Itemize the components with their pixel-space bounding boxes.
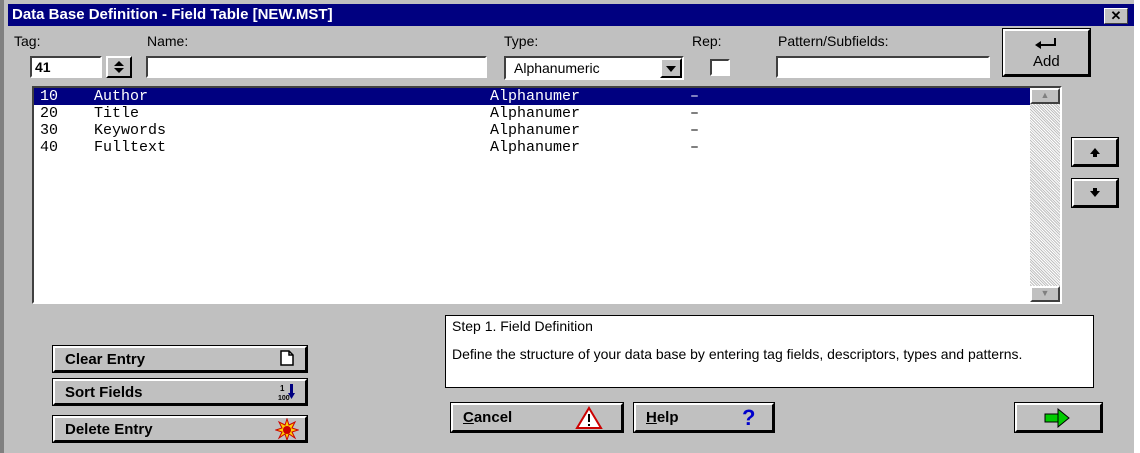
field-name: Title — [94, 105, 140, 122]
rep-checkbox[interactable] — [710, 59, 730, 76]
field-type: Alphanumer — [490, 122, 581, 139]
list-item[interactable]: 40 Fulltext Alphanumer – — [34, 139, 1030, 156]
step-description: Define the structure of your data base b… — [452, 346, 1023, 362]
cancel-label-rest: ancel — [473, 409, 513, 426]
field-tag: 40 — [40, 139, 59, 156]
add-button[interactable]: Add — [1002, 28, 1091, 77]
field-list[interactable]: 10 Author Alphanumer – 20 Title Alphanum… — [32, 86, 1062, 304]
next-button[interactable] — [1014, 402, 1103, 433]
svg-text:?: ? — [742, 405, 755, 429]
sort-fields-label: Sort Fields — [65, 384, 143, 401]
list-item[interactable]: 10 Author Alphanumer – — [34, 88, 1030, 105]
sort-fields-button[interactable]: Sort Fields 1 100 — [52, 378, 308, 406]
help-label: Help — [646, 409, 679, 426]
window-title: Data Base Definition - Field Table [NEW.… — [12, 6, 333, 23]
sort-icon: 1 100 — [278, 384, 295, 402]
type-select[interactable]: Alphanumeric — [504, 56, 684, 80]
field-rep: – — [690, 105, 700, 122]
clear-entry-label: Clear Entry — [65, 351, 146, 368]
step-info-panel: Step 1. Field Definition Define the stru… — [445, 315, 1094, 388]
move-up-button[interactable] — [1071, 137, 1119, 167]
pattern-field[interactable] — [776, 56, 990, 78]
chevron-down-icon — [666, 66, 676, 72]
enter-arrow-icon — [1035, 38, 1056, 49]
delete-entry-button[interactable]: Delete Entry — [52, 415, 308, 443]
tag-input[interactable]: 41 — [30, 56, 102, 78]
arrow-up-icon — [1090, 148, 1100, 157]
type-label: Type: — [504, 33, 539, 49]
step-heading: Step 1. Field Definition — [452, 318, 593, 334]
field-tag: 30 — [40, 122, 59, 139]
rep-label: Rep: — [692, 33, 722, 49]
field-rep: – — [690, 139, 700, 156]
name-label: Name: — [147, 33, 189, 49]
arrow-down-icon — [1090, 188, 1100, 197]
delete-entry-label: Delete Entry — [65, 421, 153, 438]
scroll-up-button[interactable]: ▲ — [1030, 88, 1060, 104]
tag-label: Tag: — [14, 33, 41, 49]
pattern-label: Pattern/Subfields: — [778, 33, 889, 49]
field-name: Keywords — [94, 122, 167, 139]
field-rep: – — [690, 88, 700, 105]
list-item[interactable]: 30 Keywords Alphanumer – — [34, 122, 1030, 139]
clear-entry-button[interactable]: Clear Entry — [52, 345, 308, 373]
type-dropdown-button[interactable] — [660, 58, 682, 78]
add-label: Add — [1033, 53, 1060, 70]
type-value: Alphanumeric — [514, 60, 600, 76]
svg-text:100: 100 — [278, 395, 290, 402]
title-bar: Data Base Definition - Field Table [NEW.… — [8, 4, 1134, 26]
field-tag: 20 — [40, 105, 59, 122]
field-name: Fulltext — [94, 139, 167, 156]
cancel-label: Cancel — [463, 409, 512, 426]
cancel-button[interactable]: Cancel — [450, 402, 624, 433]
warning-icon — [575, 406, 603, 429]
field-type: Alphanumer — [490, 105, 581, 122]
list-item[interactable]: 20 Title Alphanumer – — [34, 105, 1030, 122]
spin-updown-icon — [114, 61, 124, 73]
field-type: Alphanumer — [490, 139, 581, 156]
cancel-mnemonic: C — [463, 409, 474, 426]
close-icon: ✕ — [1110, 8, 1122, 23]
move-down-button[interactable] — [1071, 178, 1119, 208]
tag-value: 41 — [35, 59, 51, 75]
explosion-icon — [275, 418, 299, 440]
help-mnemonic: H — [646, 409, 657, 426]
new-page-icon — [280, 350, 294, 366]
list-scrollbar[interactable]: ▲ ▼ — [1030, 88, 1060, 302]
help-label-rest: elp — [656, 409, 679, 426]
field-name: Author — [94, 88, 149, 105]
field-tag: 10 — [40, 88, 59, 105]
name-field[interactable] — [146, 56, 487, 78]
arrow-right-icon — [1044, 407, 1070, 429]
close-button[interactable]: ✕ — [1104, 8, 1128, 24]
tag-spinner[interactable] — [106, 56, 132, 78]
dialog-window: Data Base Definition - Field Table [NEW.… — [0, 0, 1134, 453]
help-button[interactable]: Help ? — [633, 402, 775, 433]
question-icon: ? — [742, 405, 755, 429]
field-type: Alphanumer — [490, 88, 581, 105]
field-rep: – — [690, 122, 700, 139]
scroll-down-button[interactable]: ▼ — [1030, 286, 1060, 302]
svg-text:1: 1 — [280, 384, 285, 393]
